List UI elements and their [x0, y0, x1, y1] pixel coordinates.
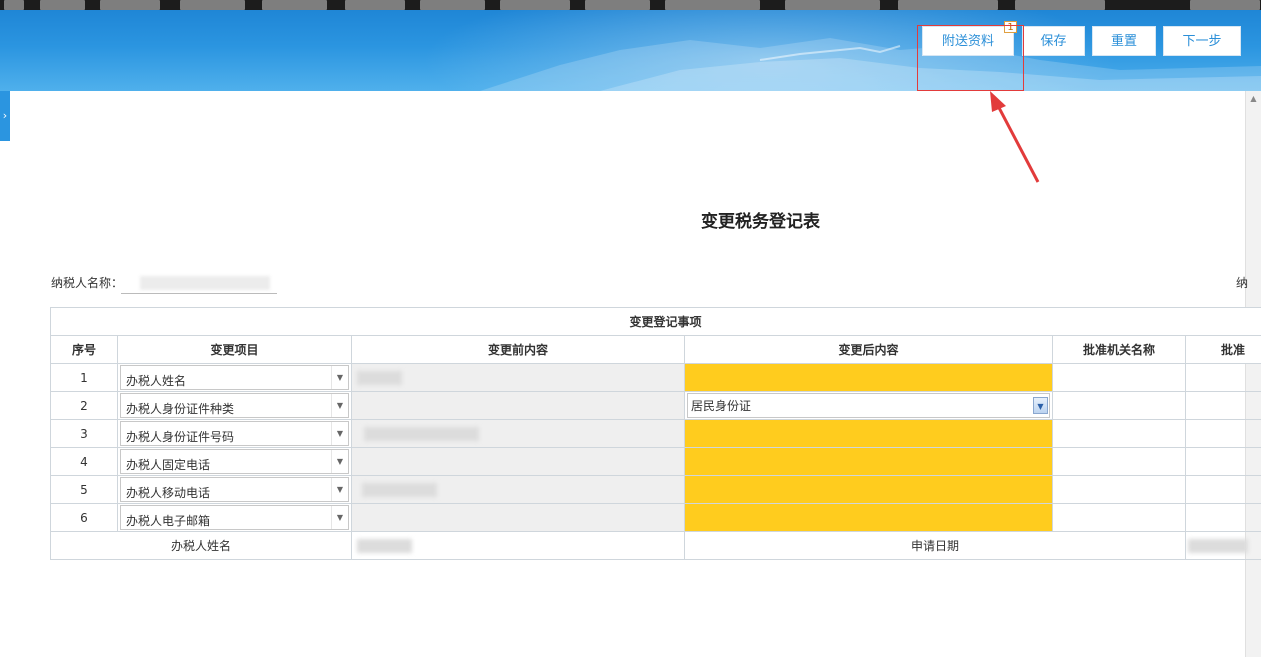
after-content-input[interactable]	[684, 447, 1053, 476]
browser-bookmarks-bar	[0, 0, 1261, 10]
bookmark-item[interactable]	[585, 0, 650, 10]
chevron-down-icon: ▼	[331, 422, 348, 445]
save-button[interactable]: 保存	[1022, 26, 1085, 56]
change-item-select[interactable]: 办税人移动电话 ▼	[120, 477, 349, 502]
approval-cell	[1184, 419, 1261, 448]
bookmark-item[interactable]	[665, 0, 760, 10]
approval-authority-cell	[1052, 503, 1186, 532]
row-number: 5	[50, 475, 118, 504]
scroll-up-icon[interactable]: ▲	[1246, 93, 1261, 105]
row-number: 1	[50, 363, 118, 392]
bookmark-item[interactable]	[180, 0, 245, 10]
row-number: 3	[50, 419, 118, 448]
truncated-label: 纳	[1236, 276, 1249, 290]
row-number: 4	[50, 447, 118, 476]
bookmark-item[interactable]	[1015, 0, 1105, 10]
taxpayer-name-label: 纳税人名称：	[51, 276, 124, 290]
table-footer-row: 办税人姓名 申请日期	[50, 531, 1261, 560]
before-content-cell	[351, 391, 685, 420]
reset-button[interactable]: 重置	[1092, 26, 1156, 56]
bookmark-item[interactable]	[420, 0, 485, 10]
after-content-input[interactable]	[684, 503, 1053, 532]
table-row: 5 办税人移动电话 ▼	[50, 475, 1261, 504]
change-item-select[interactable]: 办税人电子邮箱 ▼	[120, 505, 349, 530]
change-item-select[interactable]: 办税人姓名 ▼	[120, 365, 349, 390]
bookmark-item[interactable]	[345, 0, 405, 10]
chevron-down-icon: ▼	[331, 506, 348, 529]
annotation-arrow-icon	[990, 91, 1040, 183]
application-date-label: 申请日期	[684, 531, 1186, 560]
before-content-cell	[351, 363, 685, 392]
agent-name-label: 办税人姓名	[50, 531, 352, 560]
change-item-select[interactable]: 办税人固定电话 ▼	[120, 449, 349, 474]
after-content-input[interactable]	[684, 475, 1053, 504]
approval-authority-cell	[1052, 475, 1186, 504]
table-row: 3 办税人身份证件号码 ▼	[50, 419, 1261, 448]
before-content-cell	[351, 475, 685, 504]
chevron-down-icon: ▼	[331, 366, 348, 389]
bookmark-item[interactable]	[785, 0, 880, 10]
table-row: 1 办税人姓名 ▼	[50, 363, 1261, 392]
approval-authority-cell	[1052, 447, 1186, 476]
column-header: 序号	[50, 335, 118, 364]
bookmark-item[interactable]	[500, 0, 570, 10]
column-header: 变更前内容	[351, 335, 685, 364]
table-row: 6 办税人电子邮箱 ▼	[50, 503, 1261, 532]
change-item-select[interactable]: 办税人身份证件号码 ▼	[120, 421, 349, 446]
table-row: 2 办税人身份证件种类 ▼ 居民身份证 ▼	[50, 391, 1261, 420]
bookmark-item[interactable]	[1190, 0, 1260, 10]
approval-authority-cell	[1052, 419, 1186, 448]
bookmark-item[interactable]	[4, 0, 24, 10]
before-content-cell	[351, 503, 685, 532]
before-content-cell	[351, 447, 685, 476]
approval-cell	[1184, 475, 1261, 504]
id-type-select[interactable]: 居民身份证 ▼	[687, 393, 1050, 418]
change-registration-table: 变更登记事项 序号 变更项目 变更前内容 变更后内容 批准机关名称 批准 1 办…	[49, 307, 1261, 560]
application-date-value	[1184, 531, 1261, 560]
before-content-cell	[351, 419, 685, 448]
taxpayer-name-value-redacted	[140, 276, 270, 290]
approval-authority-cell	[1052, 391, 1186, 420]
column-header: 变更后内容	[684, 335, 1053, 364]
agent-name-value	[351, 531, 685, 560]
approval-authority-cell	[1052, 363, 1186, 392]
chevron-down-icon: ▼	[331, 478, 348, 501]
chevron-down-icon: ▼	[331, 450, 348, 473]
approval-cell	[1184, 391, 1261, 420]
taxpayer-name-underline	[121, 293, 277, 294]
column-header: 批准	[1184, 335, 1261, 364]
column-header: 变更项目	[117, 335, 352, 364]
column-header: 批准机关名称	[1052, 335, 1186, 364]
table-row: 4 办税人固定电话 ▼	[50, 447, 1261, 476]
after-content-input[interactable]	[684, 363, 1053, 392]
after-content-input[interactable]	[684, 419, 1053, 448]
form-title: 变更税务登记表	[701, 212, 820, 232]
sidebar-toggle[interactable]: ›	[0, 91, 10, 141]
approval-cell	[1184, 363, 1261, 392]
table-group-header: 变更登记事项	[49, 307, 1261, 336]
chevron-down-icon: ▼	[331, 394, 348, 417]
bookmark-item[interactable]	[262, 0, 327, 10]
bookmark-item[interactable]	[100, 0, 160, 10]
chevron-down-icon: ▼	[1033, 397, 1048, 414]
bookmark-item[interactable]	[898, 0, 998, 10]
row-number: 6	[50, 503, 118, 532]
chevron-right-icon: ›	[2, 109, 8, 122]
bookmark-item[interactable]	[40, 0, 85, 10]
approval-cell	[1184, 447, 1261, 476]
next-step-button[interactable]: 下一步	[1163, 26, 1241, 56]
approval-cell	[1184, 503, 1261, 532]
row-number: 2	[50, 391, 118, 420]
change-item-select[interactable]: 办税人身份证件种类 ▼	[120, 393, 349, 418]
annotation-highlight-box	[917, 25, 1024, 91]
